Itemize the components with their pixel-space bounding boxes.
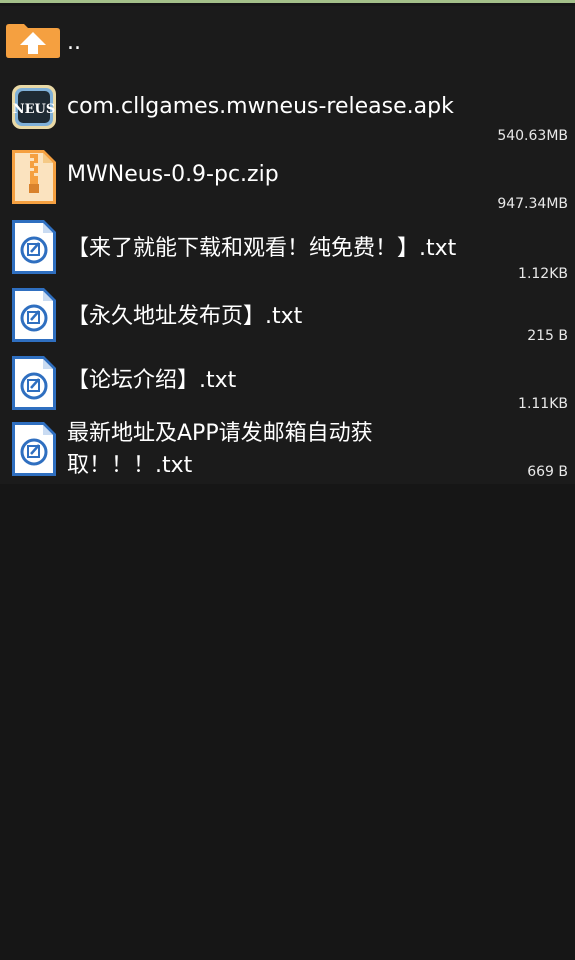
text-file-icon	[12, 220, 56, 274]
parent-directory-label: ..	[67, 30, 81, 55]
apk-app-icon: NEUS	[12, 85, 56, 129]
top-accent-line	[0, 0, 575, 3]
file-item-txt[interactable]: 最新地址及APP请发邮箱自动获取！！！.txt 669 B	[0, 420, 575, 484]
file-size: 215 B	[527, 328, 568, 344]
file-size: 669 B	[527, 464, 568, 480]
file-name: MWNeus-0.9-pc.zip	[67, 162, 279, 187]
file-name: com.cllgames.mwneus-release.apk	[67, 94, 454, 119]
zip-archive-icon	[12, 150, 56, 204]
file-size: 540.63MB	[497, 128, 568, 144]
file-item-txt[interactable]: 【永久地址发布页】.txt 215 B	[0, 284, 575, 352]
file-size: 1.12KB	[518, 266, 568, 282]
file-name: 【论坛介绍】.txt	[67, 368, 237, 393]
file-item-txt[interactable]: 【论坛介绍】.txt 1.11KB	[0, 352, 575, 420]
file-list: .. NEUS com.cllgames.mwneus-release.apk …	[0, 6, 575, 484]
file-item-txt[interactable]: 【来了就能下载和观看！纯免费！】.txt 1.12KB	[0, 216, 575, 284]
file-name: 【来了就能下载和观看！纯免费！】.txt	[67, 236, 457, 261]
apk-icon-text: NEUS	[13, 102, 56, 117]
text-file-icon	[12, 288, 56, 342]
text-file-icon	[12, 356, 56, 410]
file-name: 最新地址及APP请发邮箱自动获取！！！.txt	[67, 421, 373, 478]
file-item-zip[interactable]: MWNeus-0.9-pc.zip 947.34MB	[0, 148, 575, 216]
parent-directory-item[interactable]: ..	[0, 14, 575, 66]
file-name: 【永久地址发布页】.txt	[67, 304, 303, 329]
file-size: 947.34MB	[497, 196, 568, 212]
text-file-icon	[12, 422, 56, 476]
file-item-apk[interactable]: NEUS com.cllgames.mwneus-release.apk 540…	[0, 82, 575, 148]
folder-up-icon	[6, 24, 60, 58]
file-size: 1.11KB	[518, 396, 568, 412]
